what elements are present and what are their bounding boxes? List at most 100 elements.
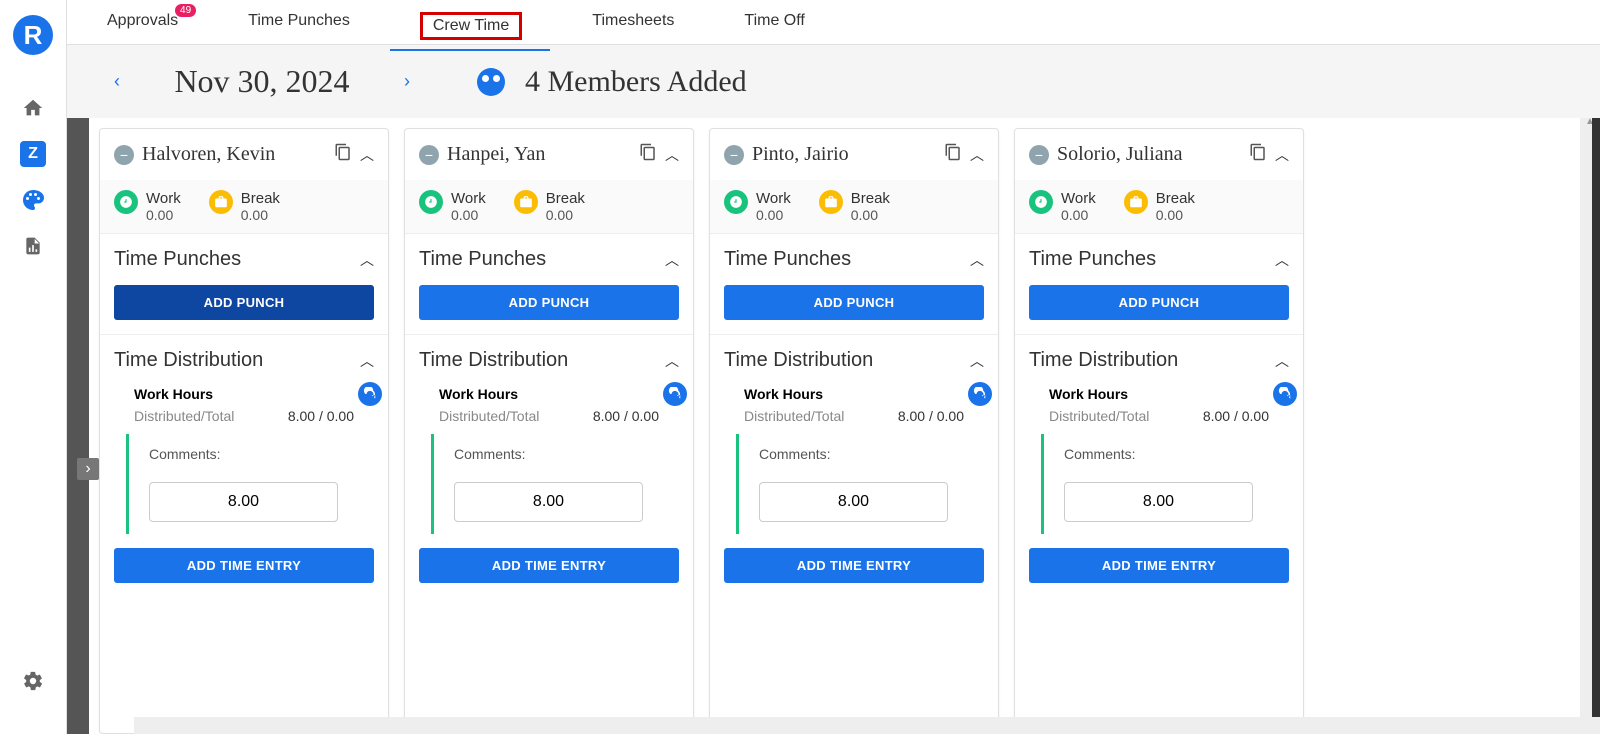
distributed-total-value: 8.00 / 0.00 [288,408,354,424]
chevron-up-icon: ︿ [1275,250,1289,270]
members-icon [477,68,505,96]
work-icon [724,190,748,214]
refresh-icon[interactable] [968,382,992,406]
member-name: Halvoren, Kevin [142,143,326,166]
distributed-total-value: 8.00 / 0.00 [593,408,659,424]
comments-label: Comments: [149,446,338,462]
chevron-up-icon: ︿ [665,250,679,270]
add-punch-button[interactable]: ADD PUNCH [419,285,679,320]
z-app-icon[interactable]: Z [20,141,46,167]
work-value: 0.00 [756,207,791,223]
copy-icon[interactable] [639,143,657,166]
work-label: Work [146,190,181,207]
work-hours-label: Work Hours [744,386,964,402]
left-drawer-edge [67,118,89,734]
work-hours-label: Work Hours [134,386,354,402]
member-name: Solorio, Juliana [1057,143,1241,166]
refresh-icon[interactable] [1273,382,1297,406]
copy-icon[interactable] [944,143,962,166]
member-card: − Pinto, Jairio ︿ Work0.00 Break0.00 Tim… [709,128,999,734]
add-time-entry-button[interactable]: ADD TIME ENTRY [1029,548,1289,583]
time-punches-header[interactable]: Time Punches︿ [724,248,984,271]
tab-crew-time[interactable]: Crew Time [420,12,522,50]
work-icon [1029,190,1053,214]
work-value: 0.00 [451,207,486,223]
time-punches-header[interactable]: Time Punches︿ [114,248,374,271]
collapse-icon[interactable]: ︿ [360,145,374,165]
add-punch-button[interactable]: ADD PUNCH [724,285,984,320]
chevron-up-icon: ︿ [970,351,984,371]
break-icon [819,190,843,214]
tab-approvals[interactable]: Approvals 49 [107,12,178,40]
refresh-icon[interactable] [358,382,382,406]
copy-icon[interactable] [334,143,352,166]
next-day-button[interactable]: › [397,71,417,92]
work-icon [114,190,138,214]
comments-label: Comments: [759,446,948,462]
tab-timesheets[interactable]: Timesheets [592,12,674,40]
approvals-badge: 49 [175,4,196,17]
break-icon [1124,190,1148,214]
report-icon[interactable] [20,233,46,259]
member-card: − Halvoren, Kevin ︿ Work0.00 Break0.00 T… [99,128,389,734]
browser-scrollbar[interactable] [1592,118,1600,717]
remove-member-icon[interactable]: − [1029,145,1049,165]
remove-member-icon[interactable]: − [724,145,744,165]
horizontal-scrollbar[interactable] [134,717,1600,734]
tab-bar: Approvals 49 Time Punches Crew Time Time… [67,0,1600,45]
time-distribution-header[interactable]: Time Distribution︿ [724,349,984,372]
refresh-icon[interactable] [663,382,687,406]
member-name: Hanpei, Yan [447,143,631,166]
member-cards: − Halvoren, Kevin ︿ Work0.00 Break0.00 T… [89,118,1580,734]
hours-input[interactable] [759,482,948,522]
add-time-entry-button[interactable]: ADD TIME ENTRY [419,548,679,583]
work-label: Work [1061,190,1096,207]
tab-time-off[interactable]: Time Off [744,12,804,40]
add-punch-button[interactable]: ADD PUNCH [1029,285,1289,320]
sidebar: R Z [0,0,67,734]
tab-time-punches[interactable]: Time Punches [248,12,350,40]
break-value: 0.00 [851,207,890,223]
time-punches-header[interactable]: Time Punches︿ [419,248,679,271]
remove-member-icon[interactable]: − [114,145,134,165]
expand-drawer-button[interactable]: › [77,458,99,480]
add-time-entry-button[interactable]: ADD TIME ENTRY [114,548,374,583]
work-value: 0.00 [146,207,181,223]
add-punch-button[interactable]: ADD PUNCH [114,285,374,320]
time-distribution-header[interactable]: Time Distribution︿ [1029,349,1289,372]
members-added-text: 4 Members Added [525,65,747,99]
hours-input[interactable] [1064,482,1253,522]
distributed-total-label: Distributed/Total [134,408,234,424]
home-icon[interactable] [20,95,46,121]
time-distribution-header[interactable]: Time Distribution︿ [114,349,374,372]
time-distribution-header[interactable]: Time Distribution︿ [419,349,679,372]
collapse-icon[interactable]: ︿ [970,145,984,165]
date-header: ‹ Nov 30, 2024 › 4 Members Added [67,45,1600,118]
break-icon [209,190,233,214]
comments-label: Comments: [454,446,643,462]
break-value: 0.00 [1156,207,1195,223]
break-value: 0.00 [241,207,280,223]
app-logo: R [13,15,53,55]
collapse-icon[interactable]: ︿ [1275,145,1289,165]
selected-date: Nov 30, 2024 [147,63,377,100]
time-punches-header[interactable]: Time Punches︿ [1029,248,1289,271]
collapse-icon[interactable]: ︿ [665,145,679,165]
hours-input[interactable] [454,482,643,522]
remove-member-icon[interactable]: − [419,145,439,165]
prev-day-button[interactable]: ‹ [107,71,127,92]
hours-input[interactable] [149,482,338,522]
main-content: Approvals 49 Time Punches Crew Time Time… [67,0,1600,734]
break-label: Break [1156,190,1195,207]
distributed-total-value: 8.00 / 0.00 [898,408,964,424]
member-name: Pinto, Jairio [752,143,936,166]
add-time-entry-button[interactable]: ADD TIME ENTRY [724,548,984,583]
distributed-total-label: Distributed/Total [744,408,844,424]
chevron-up-icon: ︿ [360,250,374,270]
break-label: Break [851,190,890,207]
gear-icon[interactable] [20,668,46,694]
comments-label: Comments: [1064,446,1253,462]
work-hours-label: Work Hours [439,386,659,402]
palette-icon[interactable] [20,187,46,213]
copy-icon[interactable] [1249,143,1267,166]
